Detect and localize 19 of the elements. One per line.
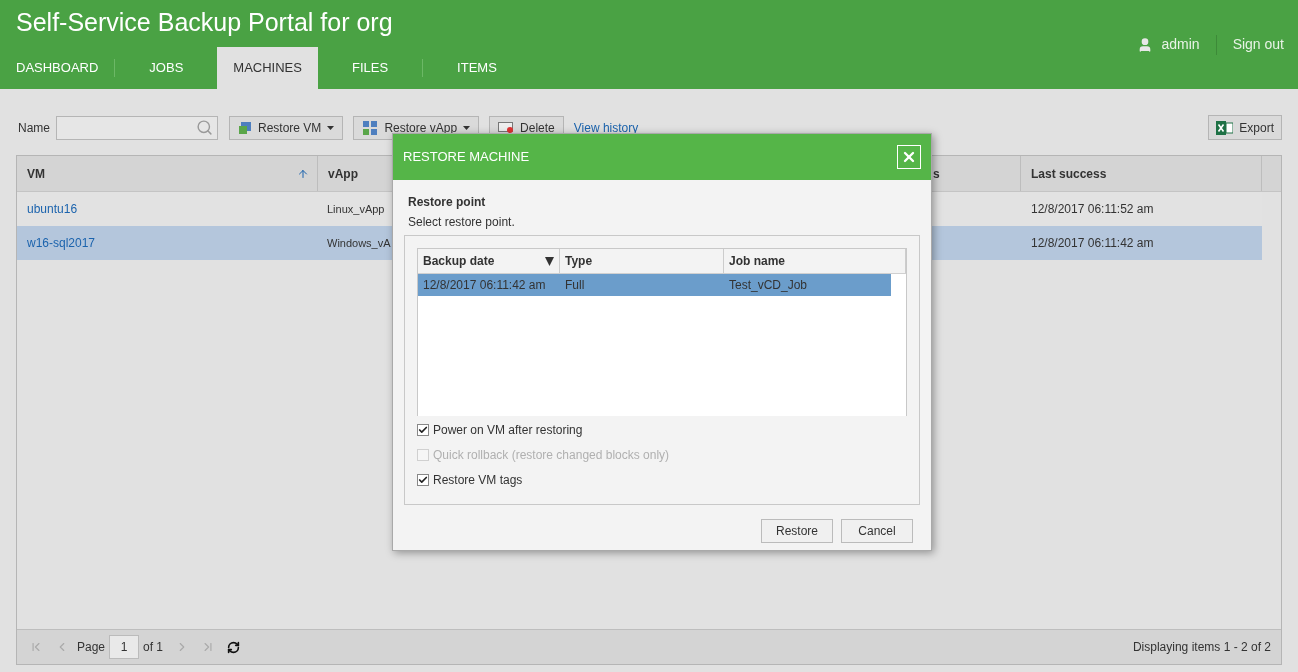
pager-status: Displaying items 1 - 2 of 2 (1132, 639, 1271, 656)
user-name: admin (1161, 35, 1200, 54)
page-count: of 1 (143, 639, 164, 656)
option-label: Restore VM tags (433, 471, 523, 489)
app-title: Self-Service Backup Portal for org (15, 7, 394, 38)
name-label: Name (18, 119, 50, 137)
option-label: Power on VM after restoring (433, 421, 583, 439)
table-cell-text: Windows_vA (326, 235, 391, 251)
option-label: Quick rollback (restore changed blocks only) (433, 446, 670, 464)
section-hint: Select restore point. (408, 214, 516, 231)
table-cell-text: 12/8/2017 06:11:52 am (1030, 201, 1154, 218)
table-cell-text: Test_vCD_Job (728, 277, 809, 294)
table-cell-text: 12/8/2017 06:11:42 am (422, 277, 547, 294)
table-cell-text: 12/8/2017 06:11:42 am (1030, 235, 1154, 252)
dialog-title: RESTORE MACHINE (403, 148, 530, 167)
section-title: Restore point (408, 194, 487, 211)
table-cell-text: Full (564, 277, 586, 294)
page-label: Page (77, 639, 106, 656)
table-cell-text: Linux_vApp (326, 201, 385, 217)
